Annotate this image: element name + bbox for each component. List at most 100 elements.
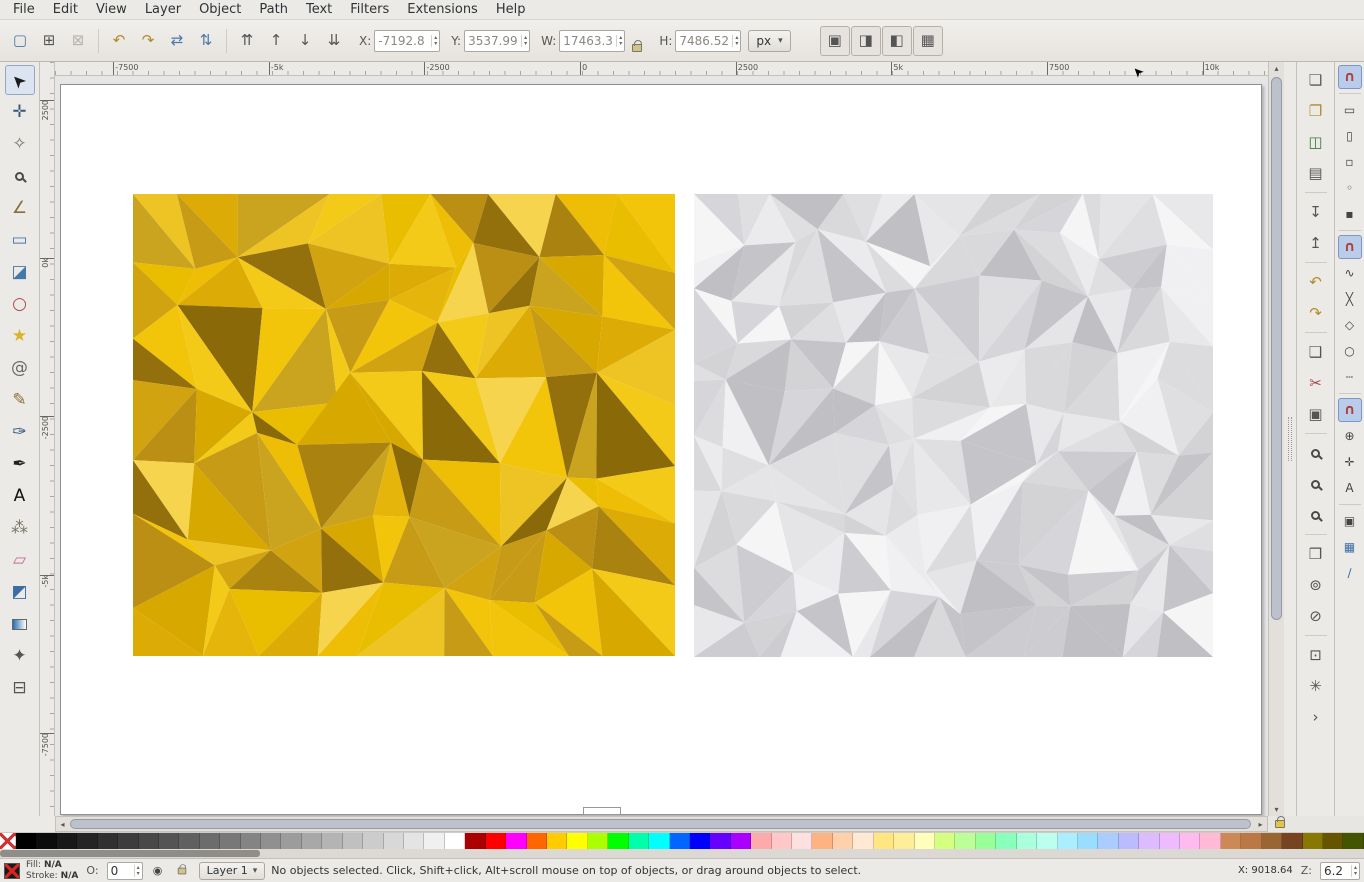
- snap-bbox-midpoints-button[interactable]: ◦: [1338, 176, 1362, 200]
- palette-swatch[interactable]: [506, 833, 526, 849]
- palette-swatch[interactable]: [1058, 833, 1078, 849]
- palette-swatch[interactable]: [731, 833, 751, 849]
- palette-swatch[interactable]: [343, 833, 363, 849]
- unit-select[interactable]: px ▾: [748, 30, 790, 52]
- snap-bbox-centers-button[interactable]: ▪: [1338, 202, 1362, 226]
- fill-none-swatch[interactable]: [4, 863, 20, 879]
- palette-swatch[interactable]: [792, 833, 812, 849]
- rotate-90-cw-button[interactable]: ↷: [134, 27, 162, 55]
- snap-rotation-centers-button[interactable]: ✛: [1338, 450, 1362, 474]
- selector-tool[interactable]: ➤: [5, 65, 35, 95]
- snap-paths-button[interactable]: ∿: [1338, 261, 1362, 285]
- snap-bbox-button[interactable]: ▭: [1338, 98, 1362, 122]
- palette-swatch[interactable]: [36, 833, 56, 849]
- palette-swatch[interactable]: [57, 833, 77, 849]
- palette-swatch[interactable]: [1037, 833, 1057, 849]
- snap-page-border-button[interactable]: ▣: [1338, 509, 1362, 533]
- pencil-tool[interactable]: ✎: [5, 385, 35, 415]
- palette-swatch[interactable]: [220, 833, 240, 849]
- menu-path[interactable]: Path: [250, 1, 297, 18]
- snap-others-button[interactable]: ∩: [1338, 398, 1362, 422]
- opacity-input[interactable]: [108, 864, 134, 878]
- zoom-field[interactable]: ▴▾: [1320, 862, 1360, 880]
- h-input[interactable]: [676, 34, 732, 48]
- palette-swatch[interactable]: [404, 833, 424, 849]
- h-field[interactable]: ▴▾: [675, 30, 741, 52]
- palette-swatch[interactable]: [874, 833, 894, 849]
- copy-button[interactable]: ❑: [1302, 338, 1330, 366]
- raise-button[interactable]: ↑: [262, 27, 290, 55]
- scroll-down-arrow[interactable]: ▾: [1269, 803, 1284, 816]
- duplicate-button[interactable]: ❒: [1302, 540, 1330, 568]
- palette-swatch[interactable]: [649, 833, 669, 849]
- snap-cusp-nodes-button[interactable]: ◇: [1338, 313, 1362, 337]
- menu-edit[interactable]: Edit: [44, 1, 87, 18]
- menu-filters[interactable]: Filters: [341, 1, 398, 18]
- zoom-tool[interactable]: [5, 161, 35, 191]
- spray-tool[interactable]: ⁂: [5, 513, 35, 543]
- snap-text-baseline-button[interactable]: A: [1338, 476, 1362, 500]
- palette-swatch[interactable]: [894, 833, 914, 849]
- palette-swatch[interactable]: [1078, 833, 1098, 849]
- palette-swatch[interactable]: [241, 833, 261, 849]
- palette-swatch[interactable]: [690, 833, 710, 849]
- menu-object[interactable]: Object: [190, 1, 250, 18]
- palette-swatch[interactable]: [915, 833, 935, 849]
- horizontal-scrollbar-thumb[interactable]: [70, 819, 1251, 829]
- palette-swatch[interactable]: [812, 833, 832, 849]
- palette-swatch[interactable]: [955, 833, 975, 849]
- connector-tool[interactable]: ⊟: [5, 673, 35, 703]
- star-tool[interactable]: ★: [5, 321, 35, 351]
- box3d-tool[interactable]: ◪: [5, 257, 35, 287]
- y-input[interactable]: [465, 34, 521, 48]
- small-object[interactable]: [583, 807, 621, 815]
- cut-button[interactable]: ✂: [1302, 369, 1330, 397]
- lower-button[interactable]: ↓: [291, 27, 319, 55]
- palette-swatch[interactable]: [772, 833, 792, 849]
- menu-layer[interactable]: Layer: [136, 1, 190, 18]
- palette-swatch[interactable]: [527, 833, 547, 849]
- raise-to-top-button[interactable]: ⇈: [233, 27, 261, 55]
- preferences-button[interactable]: ✳: [1302, 672, 1330, 700]
- snap-object-centers-button[interactable]: ⊕: [1338, 424, 1362, 448]
- palette-swatch[interactable]: [1241, 833, 1261, 849]
- palette-swatch[interactable]: [16, 833, 36, 849]
- palette-swatch[interactable]: [98, 833, 118, 849]
- horizontal-ruler[interactable]: -7500-5k-2500025005k750010k: [55, 62, 1268, 76]
- paste-button[interactable]: ▣: [1302, 400, 1330, 428]
- palette-swatch[interactable]: [710, 833, 730, 849]
- palette-swatch[interactable]: [261, 833, 281, 849]
- horizontal-scrollbar[interactable]: ◂ ▸: [55, 816, 1268, 832]
- palette-swatch[interactable]: [139, 833, 159, 849]
- snap-bbox-edges-button[interactable]: ▯: [1338, 124, 1362, 148]
- create-clone-button[interactable]: ⊚: [1302, 571, 1330, 599]
- palette-swatch[interactable]: [445, 833, 465, 849]
- zoom-drawing-button[interactable]: [1302, 470, 1330, 498]
- palette-swatch[interactable]: [1017, 833, 1037, 849]
- palette-swatch[interactable]: [567, 833, 587, 849]
- palette-scrollbar[interactable]: [0, 849, 1364, 858]
- move-patterns-toggle[interactable]: ▦: [913, 26, 943, 56]
- vertical-scrollbar-thumb[interactable]: [1271, 77, 1282, 620]
- palette-swatch[interactable]: [1221, 833, 1241, 849]
- undo-button[interactable]: ↶: [1302, 268, 1330, 296]
- palette-swatch[interactable]: [670, 833, 690, 849]
- palette-swatch[interactable]: [1262, 833, 1282, 849]
- x-field[interactable]: ▴▾: [374, 30, 440, 52]
- print-button[interactable]: ▤: [1302, 159, 1330, 187]
- layer-lock-button[interactable]: [173, 863, 191, 879]
- layer-select[interactable]: Layer 1 ▾: [199, 862, 266, 880]
- palette-swatch[interactable]: [1200, 833, 1220, 849]
- palette-swatch[interactable]: [486, 833, 506, 849]
- vertical-ruler[interactable]: 25000k-2500-5k-7500: [40, 62, 55, 816]
- h-spinner[interactable]: ▴▾: [732, 35, 740, 47]
- vertical-scrollbar[interactable]: ▴ ▾: [1268, 62, 1284, 816]
- text-tool[interactable]: A: [5, 481, 35, 511]
- zoom-selection-button[interactable]: [1302, 439, 1330, 467]
- ellipse-tool[interactable]: ○: [5, 289, 35, 319]
- layer-visibility-button[interactable]: ◉: [149, 863, 167, 879]
- palette-swatch[interactable]: [608, 833, 628, 849]
- deselect-button[interactable]: ⊠: [64, 27, 92, 55]
- palette-swatch[interactable]: [1139, 833, 1159, 849]
- save-document-button[interactable]: ◫: [1302, 128, 1330, 156]
